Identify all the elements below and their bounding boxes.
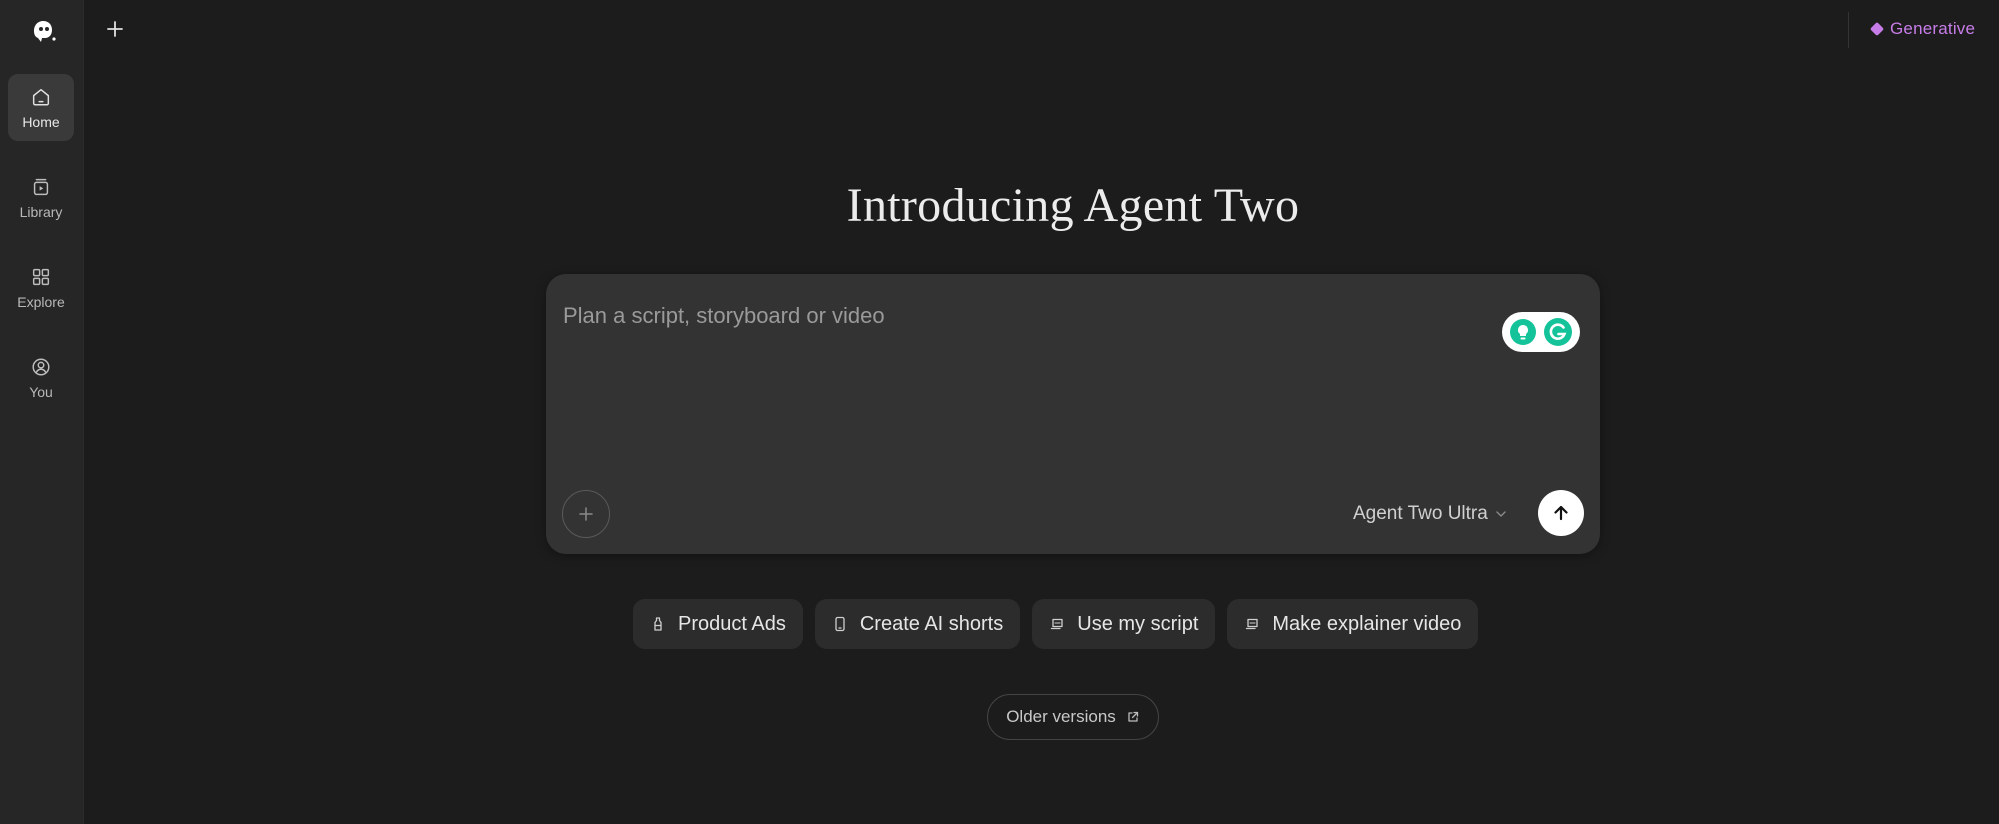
chevron-down-icon bbox=[1496, 511, 1506, 517]
grammarly-widget[interactable] bbox=[1502, 312, 1580, 352]
home-icon bbox=[32, 88, 50, 106]
plan-badge[interactable]: Generative bbox=[1869, 17, 1976, 41]
sidebar-item-label: You bbox=[29, 383, 53, 400]
new-project-button[interactable] bbox=[100, 14, 130, 44]
plan-label: Generative bbox=[1890, 19, 1976, 38]
chip-create-ai-shorts[interactable]: Create AI shorts bbox=[814, 599, 1021, 649]
phone-icon bbox=[835, 616, 845, 632]
chip-label: Create AI shorts bbox=[859, 612, 1004, 635]
model-label: Agent Two Ultra bbox=[1353, 503, 1488, 524]
send-button[interactable] bbox=[1538, 490, 1584, 536]
chip-make-explainer-video[interactable]: Make explainer video bbox=[1227, 599, 1479, 649]
chip-label: Product Ads bbox=[678, 612, 786, 635]
sidebar-item-home[interactable]: Home bbox=[8, 74, 74, 141]
sidebar: Home Library Explore You bbox=[0, 0, 84, 824]
older-versions-link[interactable]: Older versions bbox=[987, 694, 1159, 740]
lightbulb-icon bbox=[1510, 319, 1536, 345]
bottle-icon bbox=[654, 617, 662, 631]
grammarly-icon bbox=[1544, 318, 1572, 346]
external-link-icon bbox=[1128, 711, 1138, 722]
topbar-divider bbox=[1848, 12, 1849, 48]
suggestion-chips: Product Ads Create AI shorts Use my scri… bbox=[633, 599, 1479, 649]
user-icon bbox=[32, 357, 50, 376]
chip-product-ads[interactable]: Product Ads bbox=[633, 599, 803, 649]
prompt-box: Agent Two Ultra bbox=[546, 274, 1600, 554]
chip-label: Use my script bbox=[1077, 612, 1199, 635]
sidebar-item-label: Home bbox=[22, 113, 60, 130]
page-title: Introducing Agent Two bbox=[846, 179, 1300, 232]
script-icon bbox=[1051, 618, 1063, 630]
arrow-up-icon bbox=[1554, 505, 1568, 521]
app-window: Home Library Explore You Generative Intr… bbox=[0, 0, 1999, 824]
chip-use-my-script[interactable]: Use my script bbox=[1032, 599, 1216, 649]
attach-button[interactable] bbox=[562, 490, 610, 538]
diamond-icon bbox=[1869, 21, 1885, 37]
script-icon bbox=[1246, 618, 1259, 630]
sidebar-item-label: Explore bbox=[17, 293, 65, 310]
older-versions-label: Older versions bbox=[1006, 707, 1116, 726]
explore-icon bbox=[32, 268, 50, 285]
prompt-input[interactable] bbox=[563, 296, 1463, 336]
sidebar-item-explore[interactable]: Explore bbox=[8, 254, 74, 321]
plus-icon bbox=[107, 21, 123, 37]
chip-label: Make explainer video bbox=[1272, 612, 1462, 635]
sidebar-item-you[interactable]: You bbox=[8, 344, 74, 411]
model-select[interactable]: Agent Two Ultra bbox=[1353, 498, 1508, 530]
logo-icon[interactable] bbox=[27, 16, 57, 46]
plus-icon bbox=[579, 507, 593, 521]
